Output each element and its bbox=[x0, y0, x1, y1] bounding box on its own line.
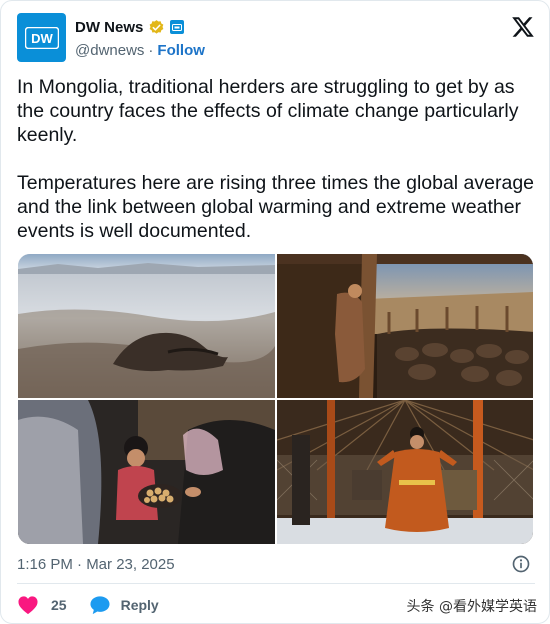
avatar[interactable]: DW bbox=[17, 13, 66, 62]
dw-affiliate-icon[interactable] bbox=[170, 20, 185, 34]
info-icon[interactable] bbox=[511, 554, 531, 574]
handle-separator: · bbox=[148, 41, 154, 59]
divider bbox=[17, 583, 535, 584]
handle[interactable]: @dwnews bbox=[75, 42, 144, 59]
author-block: DW News @dwnews · Follow bbox=[75, 16, 205, 60]
tweet-paragraph-1: In Mongolia, traditional herders are str… bbox=[17, 76, 519, 146]
tweet-header: DW DW News @dwnews · Follow bbox=[17, 13, 537, 63]
photo-woman-in-ger[interactable] bbox=[277, 400, 533, 544]
tweet-text: In Mongolia, traditional herders are str… bbox=[17, 75, 537, 243]
verified-badge-icon bbox=[149, 19, 164, 34]
tweet-card: DW DW News @dwnews · Follow In Mongolia,… bbox=[0, 0, 550, 624]
chat-bubble-icon bbox=[90, 596, 110, 615]
photo-herder-at-corral[interactable] bbox=[277, 254, 533, 398]
display-name[interactable]: DW News bbox=[75, 19, 143, 36]
dw-logo-icon: DW bbox=[24, 26, 59, 49]
tweet-timestamp[interactable]: 1:16 PM · Mar 23, 2025 bbox=[17, 554, 175, 574]
media-grid bbox=[18, 254, 533, 544]
action-bar: 25 Reply bbox=[17, 593, 181, 617]
like-count: 25 bbox=[51, 597, 67, 613]
reply-label: Reply bbox=[120, 597, 159, 613]
watermark: 头条 @看外媒学英语 bbox=[406, 599, 537, 615]
x-logo-icon[interactable] bbox=[511, 15, 535, 39]
like-button[interactable]: 25 bbox=[17, 595, 67, 615]
photo-family-sharing-snack[interactable] bbox=[18, 400, 275, 544]
photo-frozen-steppe[interactable] bbox=[18, 254, 275, 398]
svg-text:DW: DW bbox=[31, 31, 53, 46]
follow-button[interactable]: Follow bbox=[157, 42, 205, 59]
tweet-paragraph-2: Temperatures here are rising three times… bbox=[17, 172, 535, 242]
heart-icon bbox=[18, 596, 38, 615]
reply-button[interactable]: Reply bbox=[89, 595, 159, 615]
